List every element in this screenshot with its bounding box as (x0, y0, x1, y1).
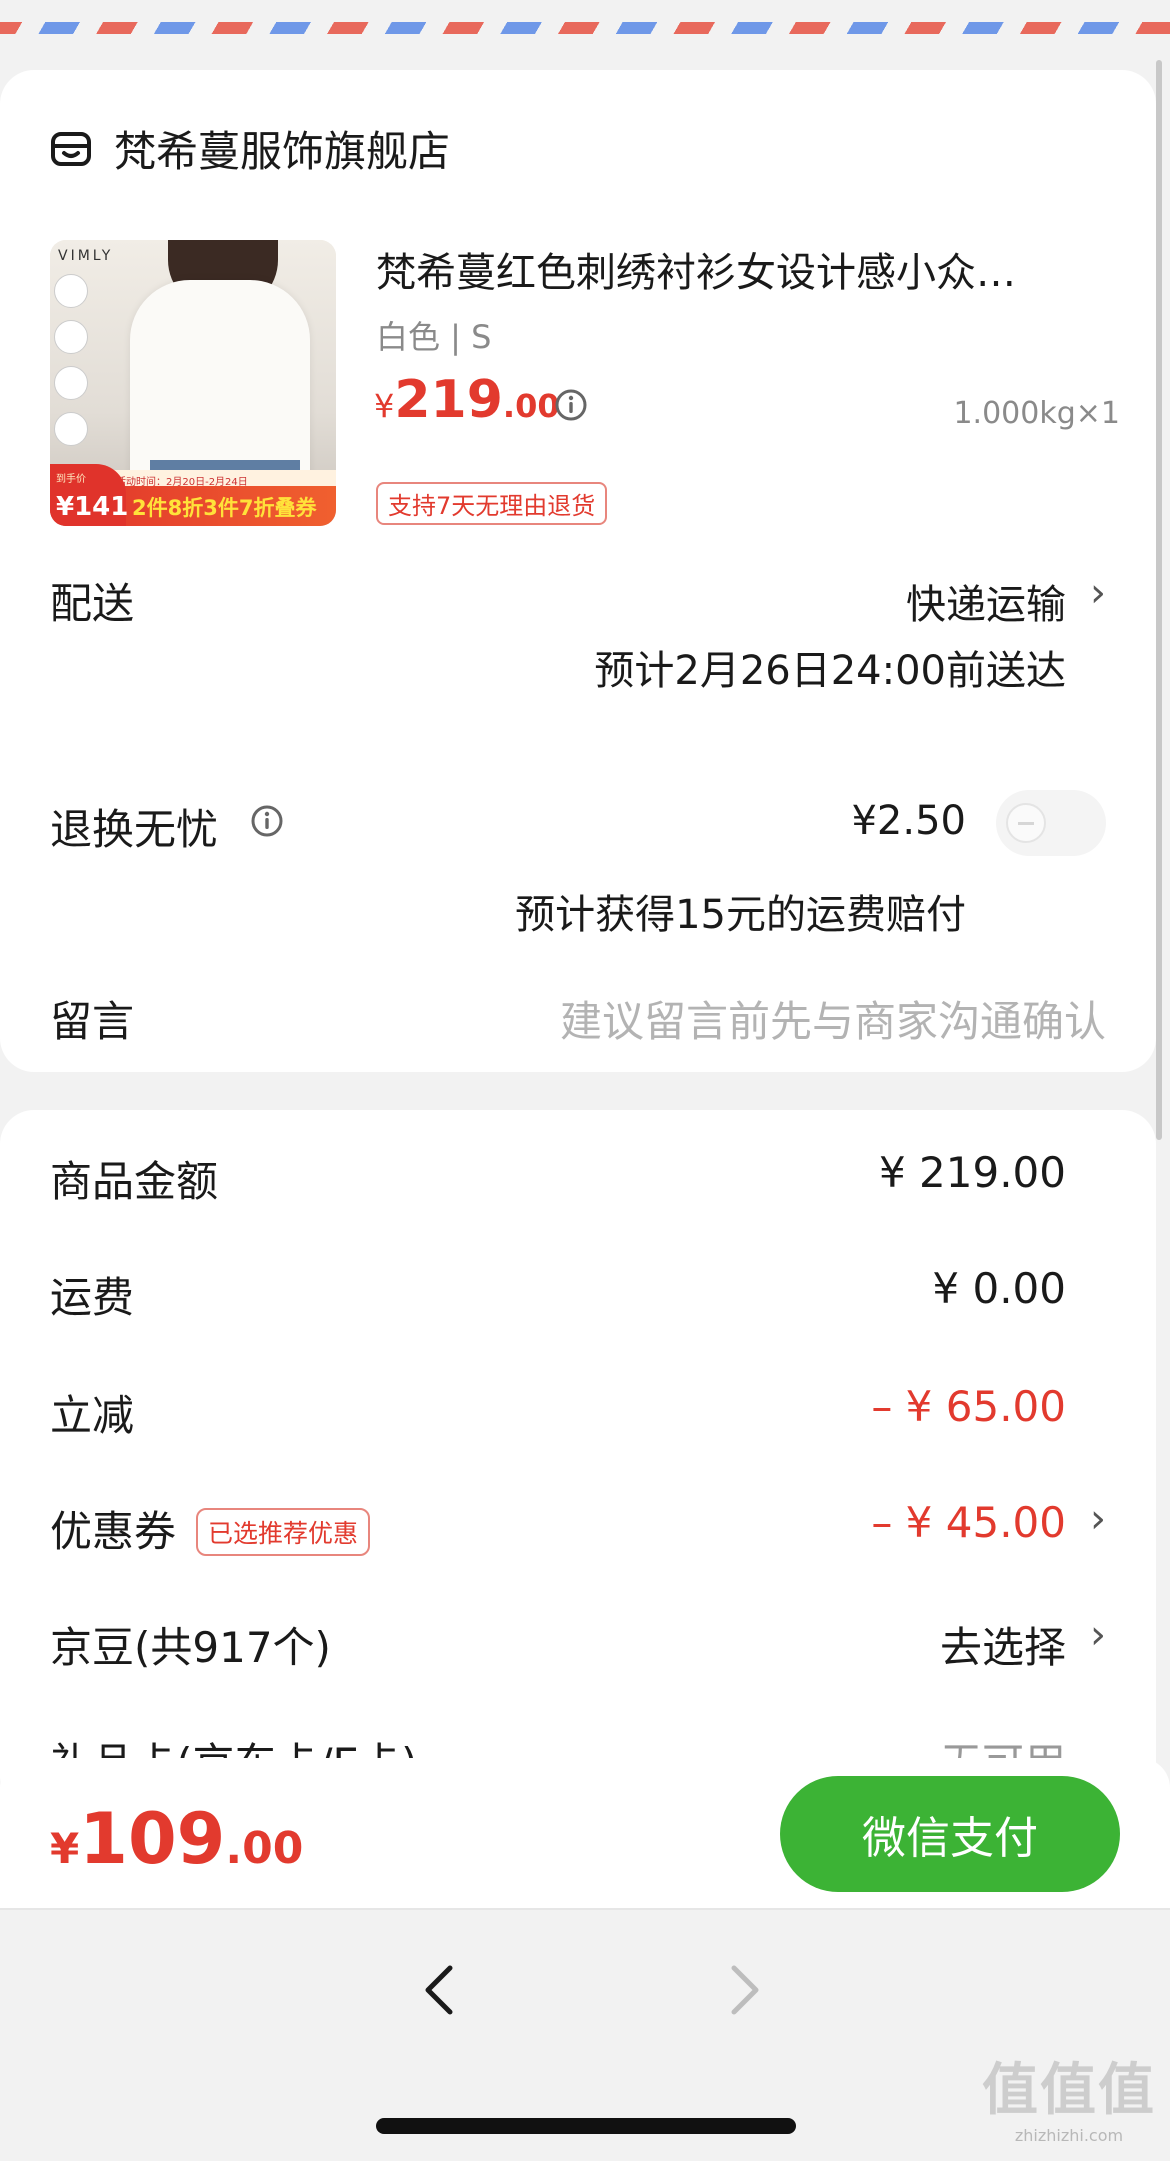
return-policy-tag: 支持7天无理由退货 (376, 482, 608, 525)
product-title[interactable]: 梵希蔓红色刺绣衬衫女设计感小众… (376, 240, 1096, 298)
product-price: ¥219.00 (374, 370, 560, 430)
checkout-bar: ¥109.00 微信支付 (0, 1758, 1170, 1910)
scrollbar[interactable] (1156, 60, 1162, 1140)
product-image-logo: VIMLY (58, 248, 114, 264)
order-card: 梵希蔓服饰旗舰店 VIMLY 活动时间：2月20日-2月24日 到手价 ¥141… (0, 70, 1156, 1072)
price-summary-card: 商品金额 ¥ 219.00 运费 ¥ 0.00 立减 – ¥ 65.00 优惠券… (0, 1110, 1156, 1810)
watermark: 值值值 zhizhizhi.com (982, 2058, 1156, 2145)
shipping-label: 运费 (50, 1273, 135, 1322)
airmail-border (0, 22, 1170, 34)
forward-arrow-icon[interactable] (712, 1960, 772, 2020)
return-service-toggle[interactable] (996, 790, 1106, 856)
product-spec[interactable]: 白色 | S (376, 312, 491, 358)
chevron-right-icon[interactable]: › (1090, 1496, 1106, 1542)
store-header[interactable]: 梵希蔓服饰旗舰店 (50, 118, 450, 179)
total-amount: ¥109.00 (50, 1798, 304, 1880)
coupon-value[interactable]: – ¥ 45.00 (871, 1498, 1066, 1547)
jd-beans-label: 京豆(共917个) (50, 1623, 331, 1672)
chevron-right-icon[interactable]: › (1090, 1612, 1106, 1658)
message-input[interactable]: 建议留言前先与商家沟通确认 (560, 988, 1106, 1049)
store-name: 梵希蔓服饰旗舰店 (114, 127, 451, 176)
price-info-icon[interactable] (554, 388, 588, 422)
coupon-label: 优惠券 (50, 1507, 177, 1556)
goods-amount-value: ¥ 219.00 (878, 1148, 1066, 1197)
goods-amount-label: 商品金额 (50, 1157, 219, 1206)
instant-discount-label: 立减 (50, 1391, 135, 1440)
chevron-right-icon[interactable]: › (1090, 570, 1106, 616)
return-service-info-icon[interactable] (250, 804, 284, 838)
return-service-price: ¥2.50 (851, 798, 966, 844)
coupon-recommended-tag: 已选推荐优惠 (196, 1508, 371, 1556)
store-icon (51, 131, 91, 166)
delivery-label: 配送 (50, 579, 135, 628)
product-image-badge: 到手价 ¥141 (50, 464, 128, 526)
home-indicator[interactable] (376, 2118, 796, 2134)
product-image-promo: 2件8折3件7折叠券 (132, 496, 317, 520)
jd-beans-value[interactable]: 去选择 (940, 1614, 1066, 1675)
return-service-note: 预计获得15元的运费赔付 (515, 892, 966, 938)
product-image[interactable]: VIMLY 活动时间：2月20日-2月24日 到手价 ¥141 2件8折3件7折… (50, 240, 336, 526)
wechat-pay-button[interactable]: 微信支付 (780, 1776, 1120, 1892)
product-weight-qty: 1.000kg×1 (953, 396, 1120, 431)
return-service-label: 退换无忧 (50, 805, 219, 854)
message-label: 留言 (50, 997, 135, 1046)
back-arrow-icon[interactable] (412, 1960, 472, 2020)
delivery-eta: 预计2月26日24:00前送达 (594, 648, 1066, 694)
delivery-method[interactable]: 快递运输 (906, 572, 1066, 630)
instant-discount-value: – ¥ 65.00 (871, 1382, 1066, 1431)
shipping-value: ¥ 0.00 (932, 1264, 1066, 1313)
